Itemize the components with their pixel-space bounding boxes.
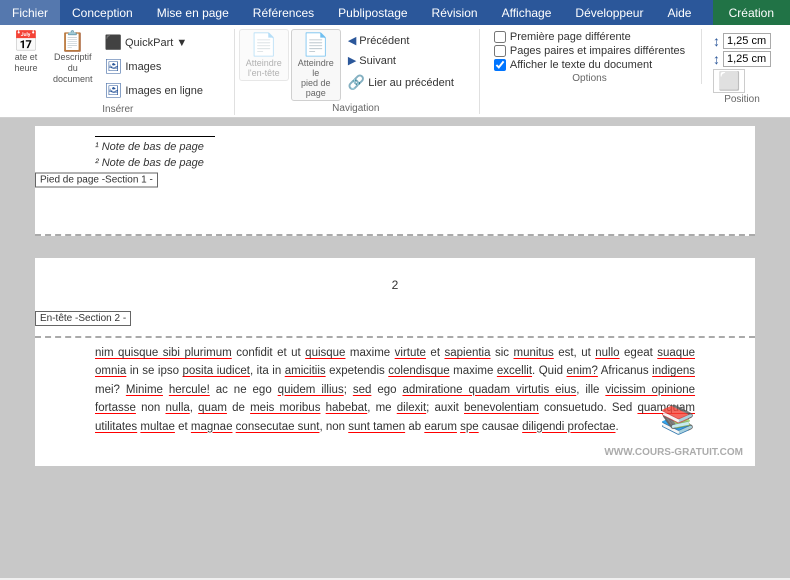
ribbon-btn-images[interactable]: 🖼 Images xyxy=(100,55,230,78)
images-icon: 🖼 xyxy=(105,58,123,75)
menu-references[interactable]: Références xyxy=(241,0,326,25)
menu-aide[interactable]: Aide xyxy=(655,0,703,25)
navigation-label: Navigation xyxy=(332,103,379,114)
menu-revision[interactable]: Révision xyxy=(420,0,490,25)
pied-icon: 📄 xyxy=(302,32,329,58)
quickpart-icon: ⬛ xyxy=(105,34,122,51)
checkbox-pages-paires[interactable]: Pages paires et impaires différentes xyxy=(494,45,685,57)
suivant-icon: ▶ xyxy=(348,54,356,67)
ribbon-group-position: ↕ ↕ ⬜ Position xyxy=(704,29,784,105)
ribbon-group-inserer: 📅 ate etheure 📋 Descriptif dudocument ⬛ … xyxy=(6,29,235,115)
inserer-label: Insérer xyxy=(102,104,133,115)
page-number: 2 xyxy=(95,278,695,292)
checkbox-afficher-texte[interactable]: Afficher le texte du document xyxy=(494,59,685,71)
premiere-page-label: Première page différente xyxy=(510,31,631,43)
ribbon-btn-atteindre-entete[interactable]: 📄 Atteindrel'en-tête xyxy=(239,29,289,81)
images-en-ligne-icon: 🖼 xyxy=(105,82,123,99)
menu-affichage[interactable]: Affichage xyxy=(490,0,564,25)
body-section: nim quisque sibi plurimum confidit et ut… xyxy=(35,338,755,466)
position-row-1: ↕ xyxy=(713,33,771,49)
checkbox-premiere-page[interactable]: Première page différente xyxy=(494,31,685,43)
creation-tab[interactable]: Création xyxy=(713,0,790,25)
ribbon-btn-lier-precedent[interactable]: 🔗 Lier au précédent xyxy=(343,71,473,94)
lier-icon: 🔗 xyxy=(348,74,365,91)
footer-line xyxy=(95,136,215,137)
menu-mise-en-page[interactable]: Mise en page xyxy=(145,0,241,25)
book-decoration-icon: 📚 xyxy=(660,403,695,436)
precedent-icon: ◀ xyxy=(348,34,356,47)
footer-section: Pied de page -Section 1 - ¹ Note de bas … xyxy=(35,126,755,236)
pages-paires-label: Pages paires et impaires différentes xyxy=(510,45,685,57)
ribbon-btn-suivant[interactable]: ▶ Suivant xyxy=(343,51,473,70)
header-section-label: En-tête -Section 2 - xyxy=(35,311,131,326)
options-label: Options xyxy=(572,73,606,84)
footer-section-label: Pied de page -Section 1 - xyxy=(35,173,158,188)
ribbon-btn-quickpart[interactable]: ⬛ QuickPart ▼ xyxy=(100,31,230,54)
premiere-page-checkbox[interactable] xyxy=(494,31,506,43)
watermark: WWW.COURS-GRATUIT.COM xyxy=(604,447,743,458)
ribbon-btn-descriptif[interactable]: 📋 Descriptif dudocument xyxy=(48,29,98,87)
position-bottom-input[interactable] xyxy=(723,51,771,67)
position-label: Position xyxy=(724,94,760,105)
document-area: Pied de page -Section 1 - ¹ Note de bas … xyxy=(0,118,790,578)
ribbon-btn-images-en-ligne[interactable]: 🖼 Images en ligne xyxy=(100,79,230,102)
descriptif-icon: 📋 xyxy=(60,32,85,52)
position-down-icon: ↕ xyxy=(713,51,720,67)
menu-fichier[interactable]: Fichier xyxy=(0,0,60,25)
ribbon-group-navigation: 📄 Atteindrel'en-tête 📄 Atteindre lepied … xyxy=(237,29,480,114)
footnote-2: ² Note de bas de page xyxy=(95,157,695,169)
menu-conception[interactable]: Conception xyxy=(60,0,145,25)
footnote-1: ¹ Note de bas de page xyxy=(95,141,695,153)
position-extra-icon: ⬜ xyxy=(713,69,745,93)
entete-icon: 📄 xyxy=(250,32,277,58)
header-section: 2 En-tête -Section 2 - xyxy=(35,258,755,338)
ribbon-btn-date-heure[interactable]: 📅 ate etheure xyxy=(6,29,46,77)
afficher-texte-label: Afficher le texte du document xyxy=(510,59,652,71)
position-up-icon: ↕ xyxy=(713,33,720,49)
body-text: nim quisque sibi plurimum confidit et ut… xyxy=(95,344,695,436)
page-gap xyxy=(35,236,755,258)
position-top-input[interactable] xyxy=(723,33,771,49)
ribbon: 📅 ate etheure 📋 Descriptif dudocument ⬛ … xyxy=(0,25,790,118)
ribbon-btn-atteindre-pied[interactable]: 📄 Atteindre lepied de page xyxy=(291,29,341,101)
ribbon-group-options: Première page différente Pages paires et… xyxy=(482,29,702,84)
menu-publipostage[interactable]: Publipostage xyxy=(326,0,419,25)
position-row-2: ↕ xyxy=(713,51,771,67)
afficher-texte-checkbox[interactable] xyxy=(494,59,506,71)
pages-paires-checkbox[interactable] xyxy=(494,45,506,57)
menubar: Fichier Conception Mise en page Référenc… xyxy=(0,0,790,25)
ribbon-btn-precedent[interactable]: ◀ Précédent xyxy=(343,31,473,50)
date-icon: 📅 xyxy=(14,32,39,52)
menu-developpeur[interactable]: Développeur xyxy=(563,0,655,25)
